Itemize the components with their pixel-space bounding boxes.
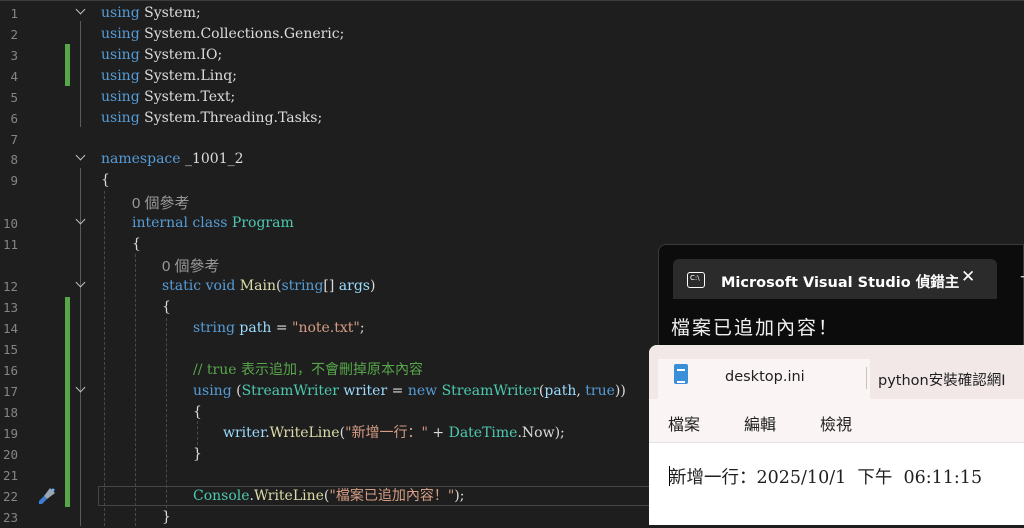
quick-actions-brush-icon[interactable] (36, 485, 58, 507)
line-number: 9 (10, 173, 18, 188)
code-text: Console.WriteLine("檔案已追加內容！"); (193, 488, 465, 504)
code-text: { (132, 236, 141, 252)
new-tab-icon[interactable]: + (1019, 267, 1024, 287)
fold-chevron-icon[interactable] (75, 6, 87, 18)
code-line: 4 using System.Linq; (0, 66, 1024, 87)
code-text: { (193, 404, 202, 420)
menu-file[interactable]: 檔案 (668, 411, 700, 435)
console-title: Microsoft Visual Studio 偵錯主 (721, 275, 960, 291)
code-line: 6 using System.Threading.Tasks; (0, 108, 1024, 129)
code-line: 5 using System.Text; (0, 87, 1024, 108)
tab-separator (866, 367, 867, 389)
codelens-main-references[interactable]: 0 個參考 (162, 255, 220, 276)
code-text: using System.Collections.Generic; (101, 26, 345, 42)
line-number: 17 (2, 384, 18, 399)
tab-python-label[interactable]: python安裝確認網I (878, 369, 1006, 390)
line-number: 3 (10, 48, 18, 63)
code-text: namespace _1001_2 (101, 151, 244, 167)
close-icon[interactable]: ✕ (961, 267, 975, 287)
line-number: 15 (2, 342, 18, 357)
code-text: static void Main(string[] args) (162, 278, 376, 294)
code-line: 8 namespace _1001_2 (0, 149, 1024, 170)
fold-chevron-icon[interactable] (75, 152, 87, 164)
fold-chevron-icon[interactable] (75, 384, 87, 396)
code-text: writer.WriteLine("新增一行：" + DateTime.Now)… (223, 425, 565, 441)
code-text: } (193, 446, 202, 462)
code-text: internal class Program (132, 215, 294, 231)
line-number: 6 (10, 111, 18, 126)
line-number: 5 (10, 90, 18, 105)
notepad-window[interactable]: desktop.ini python安裝確認網I 檔案 編輯 檢視 新增一行：2… (649, 345, 1024, 525)
codelens-class-references[interactable]: 0 個參考 (132, 192, 190, 213)
code-line: 7 (0, 129, 1024, 150)
code-line: 10 internal class Program (0, 213, 1024, 234)
code-text: string path = "note.txt"; (193, 320, 365, 336)
fold-chevron-icon[interactable] (75, 216, 87, 228)
tab-desktop-ini-label[interactable]: desktop.ini (725, 369, 805, 385)
line-number: 1 (10, 6, 18, 21)
line-number: 18 (2, 405, 18, 420)
code-line: 1 using System; (0, 3, 1024, 24)
code-line: 3 using System.IO; (0, 45, 1024, 66)
line-number: 21 (2, 468, 18, 483)
code-text: using System.IO; (101, 47, 223, 63)
menu-edit[interactable]: 編輯 (744, 411, 776, 435)
code-text: { (162, 299, 171, 315)
code-text: using System; (101, 5, 201, 21)
code-text: using System.Linq; (101, 68, 237, 84)
code-text: { (101, 172, 110, 188)
line-number: 11 (2, 237, 18, 252)
line-number: 8 (10, 152, 18, 167)
line-number: 12 (2, 279, 18, 294)
notepad-text-content[interactable]: 新增一行：2025/10/1 下午 06:11:15 (669, 464, 982, 489)
code-text: using System.Text; (101, 89, 236, 105)
code-text: using System.Threading.Tasks; (101, 110, 323, 126)
line-number: 7 (10, 132, 18, 147)
line-number: 14 (2, 321, 18, 336)
fold-chevron-icon[interactable] (75, 279, 87, 291)
line-number: 22 (2, 489, 18, 504)
line-number: 10 (2, 216, 18, 231)
line-number: 2 (10, 27, 18, 42)
line-number: 13 (2, 300, 18, 315)
code-text: using (StreamWriter writer = new StreamW… (193, 383, 626, 399)
menu-view[interactable]: 檢視 (820, 411, 852, 435)
line-number: 4 (10, 69, 18, 84)
line-number: 19 (2, 426, 18, 441)
notepad-file-icon (674, 364, 688, 384)
code-line: 9{ (0, 170, 1024, 191)
line-number: 16 (2, 363, 18, 378)
code-line: 2 using System.Collections.Generic; (0, 24, 1024, 45)
code-text: // true 表示追加，不會刪掉原本內容 (193, 362, 423, 378)
console-output: 檔案已追加內容！ (671, 317, 840, 339)
console-app-icon: C:\ (687, 272, 705, 288)
line-number: 20 (2, 447, 18, 462)
